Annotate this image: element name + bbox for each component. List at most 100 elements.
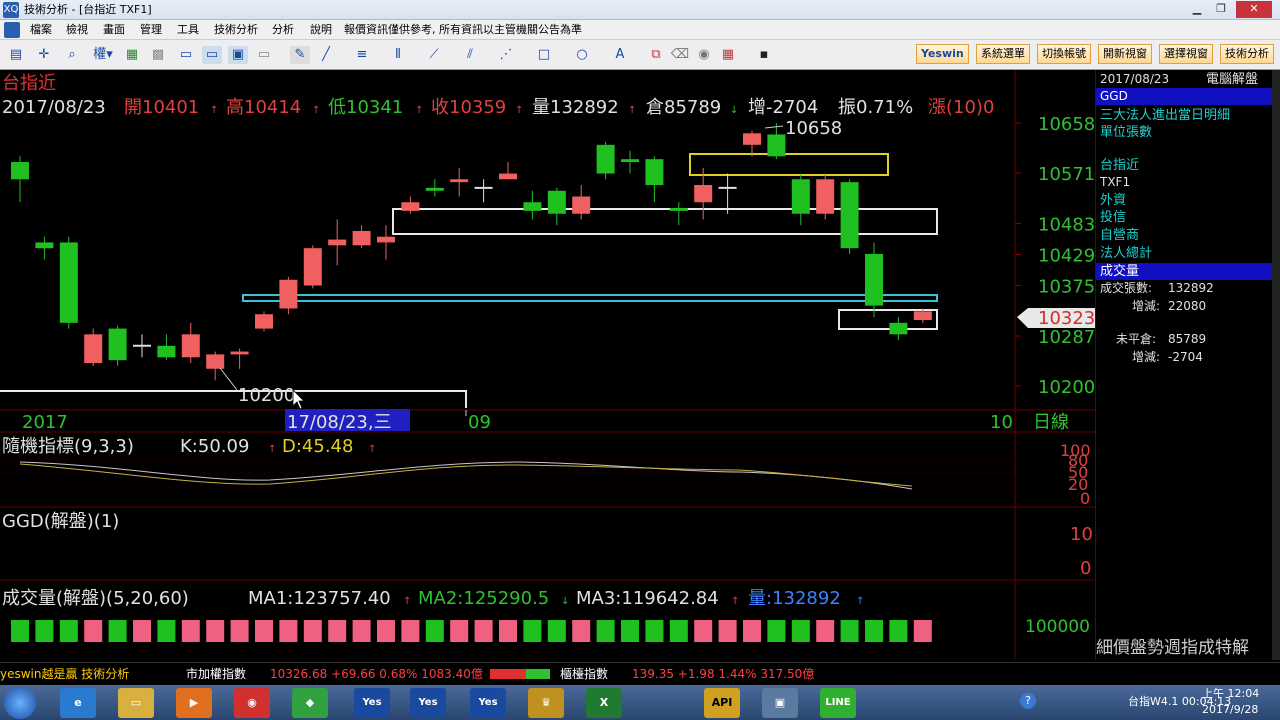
text-tool-icon[interactable]: A [610, 46, 630, 64]
clock-date[interactable]: 2017/9/28 [1202, 703, 1258, 717]
copy-icon[interactable]: ⧉ [646, 46, 666, 64]
disclaimer-text: 報價資訊僅供參考, 所有資訊以主管機關公告為準 [344, 23, 582, 36]
volume-bar [669, 620, 688, 642]
hline-tool-icon[interactable]: ≡ [352, 46, 372, 64]
header-open: 開10401 [124, 97, 199, 118]
channel-tool-icon[interactable]: ⫽ [460, 46, 480, 64]
taskbar-ie-icon[interactable]: e [60, 688, 96, 718]
line-tool-icon[interactable]: ╱ [316, 46, 336, 64]
vol-label: 成交量(解盤)(5,20,60) [2, 588, 189, 609]
menu-manage[interactable]: 管理 [136, 20, 166, 40]
candle-body [791, 179, 810, 214]
close-icon[interactable]: ✕ [1236, 1, 1272, 18]
draw-tool-icon[interactable]: ✎ [290, 46, 310, 64]
taskbar-yeswin2-icon[interactable]: Yes [410, 688, 446, 718]
candle-body [694, 185, 713, 203]
help-tray-icon[interactable]: ? [1020, 693, 1036, 709]
restore-icon[interactable]: ❐ [1210, 1, 1232, 18]
side-oi-value: 85789 [1168, 332, 1207, 346]
taskbar: e ▭ ▶ ◉ ◆ Yes Yes Yes ♛ X API ▣ LINE ? 台… [0, 685, 1280, 720]
weight-button[interactable]: 權▾ [92, 46, 114, 64]
print-icon[interactable]: ▭ [254, 46, 274, 64]
menu-screen[interactable]: 畫面 [99, 20, 129, 40]
taskbar-folder-icon[interactable]: ▭ [118, 688, 154, 718]
layout-icon[interactable]: ▤ [6, 46, 26, 64]
header-volume: 量132892 [532, 97, 619, 118]
tile-window-icon[interactable]: ▣ [228, 46, 248, 64]
vol-qty-arrow: ↑ [856, 596, 864, 607]
chart-area[interactable]: 台指近 2017/08/23 開10401 ↑ 高10414 ↑ 低10341 … [0, 70, 1095, 660]
technical-analysis-button[interactable]: 技術分析 [1220, 44, 1274, 64]
candle-body [377, 236, 395, 243]
vline-tool-icon[interactable]: ⦀ [388, 46, 408, 64]
clock-time[interactable]: 上午 12:04 [1202, 687, 1259, 701]
menu-help[interactable]: 說明 [306, 20, 336, 40]
volume-bar [59, 620, 78, 642]
header-oi: 倉85789 [646, 97, 721, 118]
taskbar-pc-icon[interactable]: ▣ [762, 688, 798, 718]
taskbar-yeswin3-icon[interactable]: Yes [470, 688, 506, 718]
menu-technical[interactable]: 技術分析 [210, 20, 262, 40]
menu-analysis[interactable]: 分析 [268, 20, 298, 40]
system-menu-button[interactable]: 系統選單 [976, 44, 1030, 64]
minimize-icon[interactable]: ▁ [1186, 1, 1208, 18]
volume-bar [450, 620, 469, 642]
header-up: 漲(10)0 [928, 97, 994, 118]
candle-body [401, 202, 420, 211]
ticker-brand[interactable]: yeswin越是贏 技術分析 [0, 665, 129, 683]
volume-bar [596, 620, 615, 642]
low-annotation-line [219, 367, 238, 391]
indicator-icon[interactable]: ▦ [122, 46, 142, 64]
side-unit: 單位張數 [1100, 125, 1153, 140]
volume-bar [913, 620, 932, 642]
taskbar-excel-icon[interactable]: X [586, 688, 622, 718]
split-window-icon[interactable]: ▭ [202, 46, 222, 64]
taskbar-app-icon[interactable]: ◆ [292, 688, 328, 718]
palette-icon[interactable]: ▦ [718, 46, 738, 64]
fib-tool-icon[interactable]: ⋰ [496, 46, 516, 64]
zoom-icon[interactable]: ⌕ [62, 46, 82, 64]
ellipse-tool-icon[interactable]: ○ [572, 46, 592, 64]
candle-body [84, 334, 103, 364]
crosshair-icon[interactable]: ✛ [34, 46, 54, 64]
save-icon[interactable]: ▪ [754, 46, 774, 64]
side-marquee: 細價盤勢週指成特解 [1096, 638, 1249, 658]
menu-file[interactable]: 檔案 [26, 20, 56, 40]
header-date: 2017/08/23 [2, 97, 106, 118]
eraser-icon[interactable]: ⌫ [670, 46, 690, 64]
period-label[interactable]: 日線 [1033, 412, 1069, 433]
side-vol-value: 132892 [1168, 281, 1214, 295]
rect-tool-icon[interactable]: □ [534, 46, 554, 64]
menu-view[interactable]: 檢視 [62, 20, 92, 40]
volume-bar [840, 620, 859, 642]
fan-tool-icon[interactable]: ⟋ [424, 46, 444, 64]
volume-bar [206, 620, 225, 642]
header-high-arrow: ↑ [312, 105, 320, 116]
side-scrollbar[interactable] [1272, 70, 1280, 660]
select-window-button[interactable]: 選擇視窗 [1159, 44, 1213, 64]
window-icon[interactable]: ▭ [176, 46, 196, 64]
new-window-button[interactable]: 開新視窗 [1098, 44, 1152, 64]
support-band-cyan [242, 294, 938, 302]
taskbar-yeswin1-icon[interactable]: Yes [354, 688, 390, 718]
candlestick-chart[interactable]: 台指近 2017/08/23 開10401 ↑ 高10414 ↑ 低10341 … [0, 70, 1095, 660]
side-title: 電腦解盤 [1206, 72, 1259, 87]
volume-bar [474, 620, 493, 642]
menu-tools[interactable]: 工具 [173, 20, 203, 40]
menu-app-icon[interactable] [4, 22, 20, 38]
taskbar-api-icon[interactable]: API [704, 688, 740, 718]
taskbar-media-icon[interactable]: ▶ [176, 688, 212, 718]
side-ggd[interactable]: GGD [1100, 88, 1128, 105]
candle-body [303, 248, 322, 286]
taskbar-chrome-icon[interactable]: ◉ [234, 688, 270, 718]
taskbar-line-icon[interactable]: LINE [820, 688, 856, 718]
taskbar-crown-icon[interactable]: ♛ [528, 688, 564, 718]
switch-account-button[interactable]: 切換帳號 [1037, 44, 1091, 64]
header-oi-arrow: ↓ [730, 105, 738, 116]
candle-body [181, 334, 200, 358]
candle-body [889, 322, 908, 335]
grid-icon[interactable]: ▩ [148, 46, 168, 64]
eye-icon[interactable]: ◉ [694, 46, 714, 64]
start-button[interactable] [4, 687, 36, 719]
yeswin-button[interactable]: Yeswin [916, 44, 969, 64]
